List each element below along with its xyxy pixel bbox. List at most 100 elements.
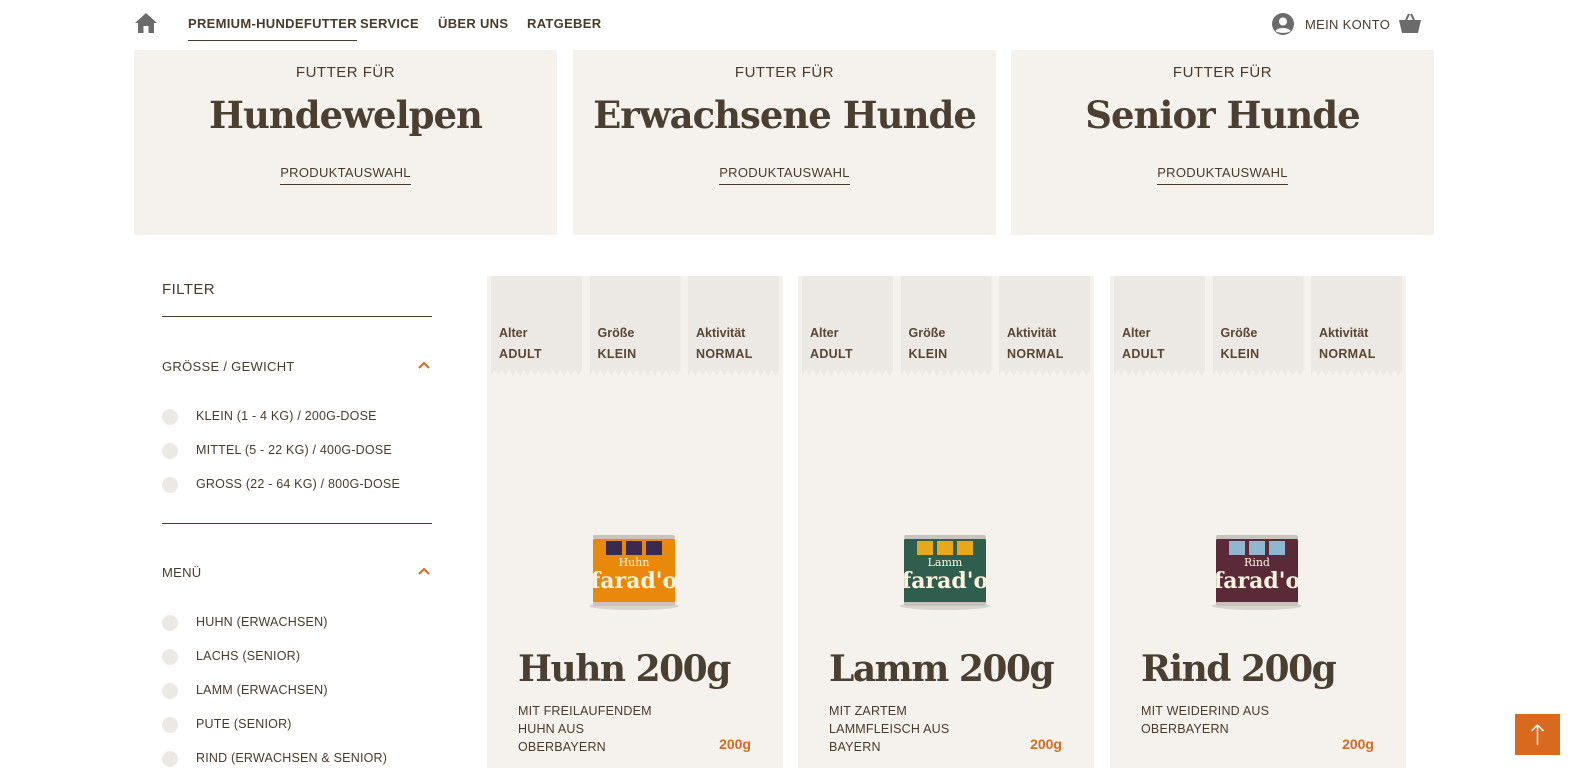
tag-key: Aktivität bbox=[1007, 326, 1057, 340]
nav-premium-hundefutter[interactable]: PREMIUM-HUNDEFUTTER bbox=[188, 16, 357, 41]
product-name[interactable]: Rind 200g bbox=[1141, 648, 1337, 690]
product-can-image: Rind farad'o bbox=[1212, 535, 1302, 610]
category-title: Hundewelpen bbox=[209, 93, 483, 137]
radio-dot[interactable] bbox=[162, 717, 178, 733]
tag-groesse: Größe KLEIN bbox=[1212, 276, 1304, 376]
radio-dot[interactable] bbox=[162, 649, 178, 665]
tag-aktivitaet: Aktivität NORMAL bbox=[1311, 276, 1402, 376]
can-brand: farad'o bbox=[902, 568, 988, 594]
radio-dot[interactable] bbox=[162, 477, 178, 493]
nav-ratgeber[interactable]: RATGEBER bbox=[527, 16, 601, 31]
category-pre: FUTTER FÜR bbox=[1172, 64, 1273, 81]
filter-option-huhn[interactable]: HUHN (ERWACHSEN) bbox=[162, 615, 432, 649]
user-icon bbox=[1272, 13, 1294, 35]
product-can-image: Huhn farad'o bbox=[589, 535, 679, 610]
category-card-erwachsene[interactable]: FUTTER FÜR Erwachsene Hunde PRODUKTAUSWA… bbox=[573, 50, 996, 235]
filter-group-label: MENÜ bbox=[162, 565, 202, 580]
produktauswahl-link[interactable]: PRODUKTAUSWAHL bbox=[719, 165, 850, 185]
tag-key: Alter bbox=[810, 326, 839, 340]
can-brand: farad'o bbox=[591, 568, 677, 594]
category-card-welpen[interactable]: FUTTER FÜR Hundewelpen PRODUKTAUSWAHL bbox=[134, 50, 557, 235]
produktauswahl-link[interactable]: PRODUKTAUSWAHL bbox=[1157, 165, 1288, 185]
tag-groesse: Größe KLEIN bbox=[589, 276, 681, 376]
tag-value: ADULT bbox=[1122, 347, 1165, 361]
radio-dot[interactable] bbox=[162, 409, 178, 425]
option-label: LAMM (ERWACHSEN) bbox=[196, 683, 328, 697]
radio-dot[interactable] bbox=[162, 683, 178, 699]
filter-group-label: GRÖSSE / GEWICHT bbox=[162, 359, 295, 374]
filter-option-rind[interactable]: RIND (ERWACHSEN & SENIOR) bbox=[162, 751, 432, 768]
produktauswahl-link[interactable]: PRODUKTAUSWAHL bbox=[280, 165, 411, 185]
basket-icon[interactable] bbox=[1398, 12, 1422, 34]
product-weight: 200g bbox=[1342, 736, 1374, 752]
tag-key: Größe bbox=[597, 326, 635, 340]
option-label: RIND (ERWACHSEN & SENIOR) bbox=[196, 751, 388, 765]
filter-option-pute[interactable]: PUTE (SENIOR) bbox=[162, 717, 432, 751]
radio-dot[interactable] bbox=[162, 615, 178, 631]
tag-value: NORMAL bbox=[696, 347, 753, 361]
category-card-senior[interactable]: FUTTER FÜR Senior Hunde PRODUKTAUSWAHL bbox=[1011, 50, 1434, 235]
product-description: MIT ZARTEM LAMMFLEISCH AUS BAYERN bbox=[829, 704, 950, 754]
tag-value: ADULT bbox=[499, 347, 542, 361]
filter-group-groesse[interactable]: GRÖSSE / GEWICHT bbox=[162, 359, 432, 379]
tag-key: Größe bbox=[1220, 326, 1258, 340]
tag-value: KLEIN bbox=[1220, 347, 1260, 361]
can-brand: farad'o bbox=[1214, 568, 1300, 594]
product-weight: 200g bbox=[1030, 736, 1062, 752]
product-tags: Alter ADULT Größe KLEIN Aktivität NORMAL bbox=[1114, 276, 1402, 376]
option-label: GROSS (22 - 64 KG) / 800G-DOSE bbox=[196, 477, 400, 491]
filter-option-lachs[interactable]: LACHS (SENIOR) bbox=[162, 649, 432, 683]
product-name[interactable]: Lamm 200g bbox=[829, 648, 1055, 690]
tag-value: KLEIN bbox=[908, 347, 948, 361]
arrow-up-icon bbox=[1530, 723, 1545, 745]
product-can-image: Lamm farad'o bbox=[900, 535, 990, 610]
product-name[interactable]: Huhn 200g bbox=[518, 648, 731, 690]
chevron-up-icon bbox=[418, 361, 430, 369]
option-label: LACHS (SENIOR) bbox=[196, 649, 301, 663]
category-pre: FUTTER FÜR bbox=[734, 64, 835, 81]
nav-service[interactable]: SERVICE bbox=[360, 16, 419, 31]
filter-panel: FILTER GRÖSSE / GEWICHT KLEIN (1 - 4 KG)… bbox=[162, 276, 432, 768]
filter-option-mittel[interactable]: MITTEL (5 - 22 KG) / 400G-DOSE bbox=[162, 443, 432, 477]
option-label: KLEIN (1 - 4 KG) / 200G-DOSE bbox=[196, 409, 377, 423]
product-tags: Alter ADULT Größe KLEIN Aktivität NORMAL bbox=[802, 276, 1090, 376]
filter-group-menu[interactable]: MENÜ bbox=[162, 565, 432, 585]
filter-option-gross[interactable]: GROSS (22 - 64 KG) / 800G-DOSE bbox=[162, 477, 432, 511]
home-icon[interactable] bbox=[134, 12, 158, 34]
product-card-lamm[interactable]: Alter ADULT Größe KLEIN Aktivität NORMAL La… bbox=[798, 276, 1094, 768]
tag-value: KLEIN bbox=[597, 347, 637, 361]
option-label: HUHN (ERWACHSEN) bbox=[196, 615, 328, 629]
category-title: Senior Hunde bbox=[1085, 93, 1360, 137]
filter-option-klein[interactable]: KLEIN (1 - 4 KG) / 200G-DOSE bbox=[162, 409, 432, 443]
product-description: MIT FREILAUFENDEM HUHN AUS OBERBAYERN bbox=[518, 704, 652, 754]
tag-key: Aktivität bbox=[696, 326, 746, 340]
tag-key: Größe bbox=[908, 326, 946, 340]
option-label: MITTEL (5 - 22 KG) / 400G-DOSE bbox=[196, 443, 392, 457]
product-description: MIT WEIDERIND AUS OBERBAYERN bbox=[1141, 704, 1270, 736]
radio-dot[interactable] bbox=[162, 443, 178, 459]
tag-alter: Alter ADULT bbox=[802, 276, 893, 376]
product-tags: Alter ADULT Größe KLEIN Aktivität NORMAL bbox=[491, 276, 779, 376]
radio-dot[interactable] bbox=[162, 751, 178, 767]
nav-ueber-uns[interactable]: ÜBER UNS bbox=[438, 16, 508, 31]
tag-key: Alter bbox=[499, 326, 528, 340]
account-link[interactable]: MEIN KONTO bbox=[1271, 12, 1390, 36]
product-card-huhn[interactable]: Alter ADULT Größe KLEIN Aktivität NORMAL Hu… bbox=[487, 276, 783, 768]
tag-alter: Alter ADULT bbox=[1114, 276, 1205, 376]
tag-alter: Alter ADULT bbox=[491, 276, 582, 376]
top-navigation: PREMIUM-HUNDEFUTTER SERVICE ÜBER UNS RAT… bbox=[0, 0, 1574, 48]
tag-aktivitaet: Aktivität NORMAL bbox=[999, 276, 1090, 376]
filter-option-lamm[interactable]: LAMM (ERWACHSEN) bbox=[162, 683, 432, 717]
filter-title: FILTER bbox=[162, 276, 432, 317]
category-title: Erwachsene Hunde bbox=[593, 93, 977, 137]
tag-key: Aktivität bbox=[1319, 326, 1369, 340]
option-label: PUTE (SENIOR) bbox=[196, 717, 292, 731]
tag-aktivitaet: Aktivität NORMAL bbox=[688, 276, 779, 376]
tag-value: NORMAL bbox=[1319, 347, 1376, 361]
tag-value: NORMAL bbox=[1007, 347, 1064, 361]
scroll-to-top-button[interactable] bbox=[1515, 714, 1560, 755]
product-card-rind[interactable]: Alter ADULT Größe KLEIN Aktivität NORMAL Ri… bbox=[1110, 276, 1406, 768]
tag-key: Alter bbox=[1122, 326, 1151, 340]
category-pre: FUTTER FÜR bbox=[295, 64, 396, 81]
tag-value: ADULT bbox=[810, 347, 853, 361]
